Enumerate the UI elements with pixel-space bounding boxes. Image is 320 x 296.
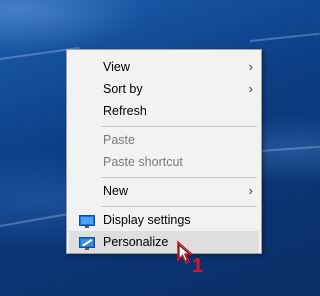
chevron-right-icon: › xyxy=(248,183,253,198)
menu-item-view[interactable]: View › xyxy=(69,56,259,78)
menu-item-refresh[interactable]: Refresh xyxy=(69,100,259,122)
menu-separator xyxy=(101,126,257,127)
menu-item-label: Sort by xyxy=(103,82,143,96)
menu-item-label: New xyxy=(103,184,129,198)
menu-item-label: Refresh xyxy=(103,104,147,118)
chevron-right-icon: › xyxy=(248,81,253,96)
menu-item-label: Paste xyxy=(103,133,135,147)
chevron-right-icon: › xyxy=(248,59,253,74)
menu-item-label: Paste shortcut xyxy=(103,155,183,169)
menu-item-label: Personalize xyxy=(103,235,169,249)
menu-separator xyxy=(101,177,257,178)
menu-item-paste[interactable]: Paste xyxy=(69,129,259,151)
menu-item-paste-shortcut[interactable]: Paste shortcut xyxy=(69,151,259,173)
display-settings-icon xyxy=(79,213,95,228)
context-menu: View › Sort by › Refresh Paste Paste sho… xyxy=(66,49,262,254)
personalize-icon xyxy=(79,235,95,250)
menu-item-label: Display settings xyxy=(103,213,191,227)
menu-item-new[interactable]: New › xyxy=(69,180,259,202)
menu-item-display-settings[interactable]: Display settings xyxy=(69,209,259,231)
menu-item-label: View xyxy=(103,60,130,74)
menu-item-sort-by[interactable]: Sort by › xyxy=(69,78,259,100)
menu-item-personalize[interactable]: Personalize xyxy=(69,231,259,253)
step-number-label: 1 xyxy=(192,255,204,277)
menu-separator xyxy=(101,206,257,207)
